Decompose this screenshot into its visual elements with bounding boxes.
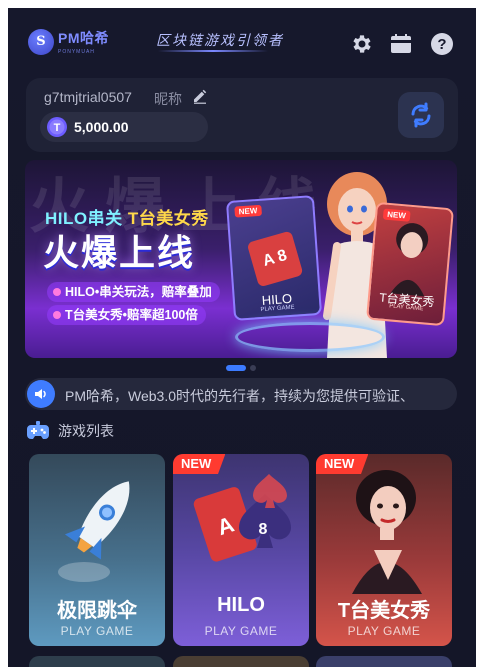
header: S PM哈希 PONYMUAH 区块链游戏引领者 ?: [8, 8, 476, 78]
gamepad-icon: [27, 421, 49, 439]
game-card-partial[interactable]: [173, 656, 309, 667]
notice-bar[interactable]: PM哈希，Web3.0时代的先行者，持续为您提供可验证、: [25, 378, 457, 410]
new-badge: NEW: [173, 454, 226, 474]
game-card-partial[interactable]: [316, 656, 452, 667]
nickname-label: 昵称: [154, 91, 182, 107]
game-name: T台美女秀: [337, 600, 431, 622]
slogan-underline: [158, 50, 268, 52]
promo-banner[interactable]: 火爆上线 HILO串关 T台美女秀 火爆上线 HILO•串关玩法，赔率叠加 T台…: [25, 160, 457, 358]
notice-text: PM哈希，Web3.0时代的先行者，持续为您提供可验证、: [65, 388, 414, 404]
game-name: HILO: [217, 594, 265, 616]
model-portrait-icon: [390, 223, 429, 297]
section-title-text: 游戏列表: [58, 423, 114, 439]
banner-bullet: T台美女秀•赔率超100倍: [47, 305, 206, 325]
balance-value: 5,000.00: [74, 119, 129, 135]
section-title: 游戏列表: [26, 420, 114, 442]
coin-icon: T: [47, 117, 67, 137]
gear-icon[interactable]: [350, 32, 374, 56]
game-card-partial[interactable]: [29, 656, 165, 667]
game-name: 极限跳伞: [57, 600, 137, 622]
refresh-button[interactable]: [398, 92, 444, 138]
speaker-icon: [27, 380, 55, 408]
carousel-dot-active[interactable]: [226, 365, 246, 371]
rocket-icon: [58, 481, 130, 582]
logo-name: PM哈希: [58, 30, 109, 46]
new-badge: NEW: [316, 454, 369, 474]
slogan: 区块链游戏引领者: [156, 33, 284, 49]
svg-text:?: ?: [437, 36, 446, 53]
carousel-dot[interactable]: [250, 365, 256, 371]
app-screen: S PM哈希 PONYMUAH 区块链游戏引领者 ? g7tmjtrial050…: [8, 8, 476, 667]
banner-tai-card: NEW T台美女秀 PLAY GAME: [366, 201, 454, 327]
game-card-skydive[interactable]: 极限跳伞 PLAY GAME: [29, 454, 165, 646]
balance-pill: T 5,000.00: [40, 112, 208, 142]
logo-subtitle: PONYMUAH: [58, 49, 95, 55]
game-sub: PLAY GAME: [60, 624, 134, 638]
stage-ring: [235, 322, 385, 352]
game-sub: PLAY GAME: [204, 624, 278, 638]
model-portrait-icon: [352, 470, 422, 594]
logo-badge: S: [28, 28, 54, 55]
svg-text:8: 8: [259, 521, 268, 538]
cards-icon: A 8: [246, 230, 304, 288]
playing-cards-icon: A 8: [193, 474, 291, 562]
carousel-dots[interactable]: [226, 365, 256, 371]
new-tag: NEW: [234, 204, 262, 218]
refresh-icon: [411, 102, 431, 128]
logo: S PM哈希 PONYMUAH: [28, 28, 109, 55]
banner-bullet: HILO•串关玩法，赔率叠加: [47, 282, 220, 302]
game-card-runway[interactable]: NEW T台美女秀 PLAY GAME: [316, 454, 452, 646]
wallet-icon[interactable]: [389, 32, 413, 56]
coin-symbol: T: [54, 122, 61, 134]
game-sub: PLAY GAME: [347, 624, 421, 638]
game-card-hilo[interactable]: A 8 NEW HILO PLAY GAME: [173, 454, 309, 646]
edit-icon[interactable]: [192, 88, 208, 104]
username: g7tmjtrial0507: [44, 89, 132, 105]
help-icon[interactable]: ?: [430, 32, 454, 56]
account-card: g7tmjtrial0507 昵称 T 5,000.00: [26, 78, 458, 152]
banner-title: 火爆上线: [43, 232, 196, 273]
